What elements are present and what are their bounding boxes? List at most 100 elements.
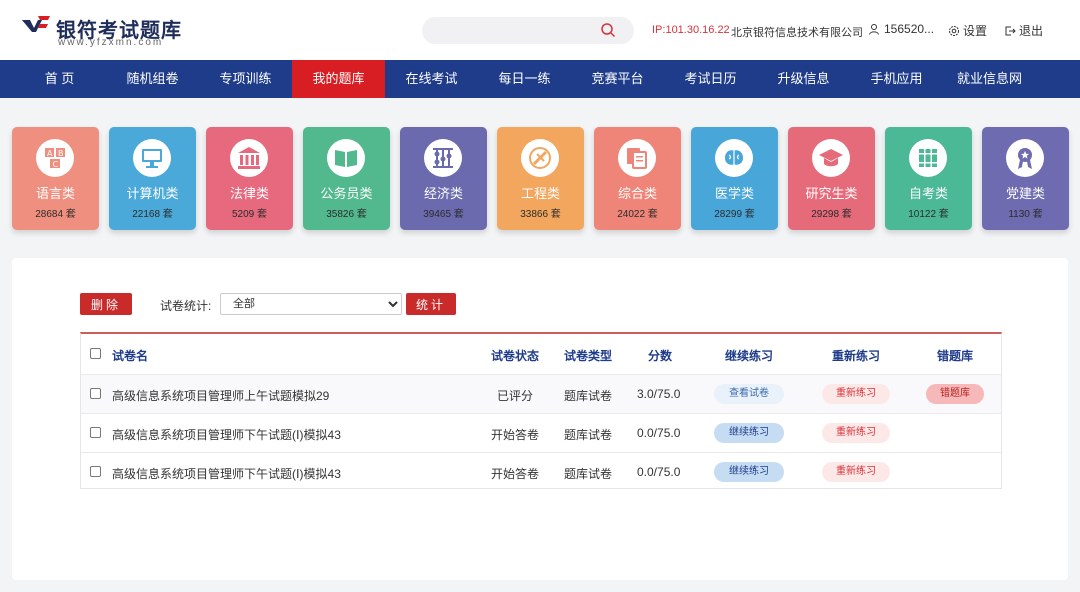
nav-item-special-training[interactable]: 专项训练	[199, 60, 292, 98]
nav-item-daily-practice[interactable]: 每日一练	[478, 60, 571, 98]
table-header: 试卷名 试卷状态 试卷类型 分数 继续练习 重新练习 错题库	[81, 334, 1001, 374]
category-name: 自考类	[908, 186, 948, 201]
category-count: 5209 套	[231, 209, 268, 220]
svg-text:B: B	[58, 149, 64, 158]
stat-button[interactable]: 统计	[406, 293, 456, 315]
continue-button[interactable]: 继续练习	[714, 423, 784, 443]
nav-item-mobile-app[interactable]: 手机应用	[850, 60, 943, 98]
delete-button[interactable]: 删除	[80, 293, 132, 315]
abacus-icon	[424, 139, 462, 177]
logout-link[interactable]: 退出	[1004, 22, 1043, 39]
category-name: 法律类	[229, 186, 269, 201]
continue-button[interactable]: 继续练习	[714, 462, 784, 482]
main-nav: 首 页 随机组卷 专项训练 我的题库 在线考试 每日一练 竞赛平台 考试日历 升…	[0, 60, 1080, 98]
gear-icon	[949, 25, 959, 36]
svg-text:C: C	[53, 160, 59, 169]
ruler-icon	[521, 139, 559, 177]
nav-item-upgrade-info[interactable]: 升级信息	[757, 60, 850, 98]
wrong-questions-button[interactable]: 错题库	[926, 384, 984, 404]
category-card-civil-servant[interactable]: 公务员类 35826 套	[303, 127, 390, 230]
table-row: 高级信息系统项目管理师下午试题(Ⅰ)模拟43 开始答卷 题库试卷 0.0/75.…	[81, 413, 1001, 452]
settings-label: 设置	[963, 24, 988, 38]
paper-stat-select[interactable]: 全部	[220, 293, 402, 315]
header-redo: 重新练习	[832, 349, 881, 363]
paper-status: 开始答卷	[491, 467, 540, 481]
brain-icon	[715, 139, 753, 177]
category-count: 39465 套	[423, 209, 464, 220]
redo-button[interactable]: 重新练习	[822, 384, 890, 404]
category-name: 工程类	[520, 186, 560, 201]
category-count: 35826 套	[326, 209, 367, 220]
category-card-law[interactable]: 法律类 5209 套	[206, 127, 293, 230]
graduation-cap-icon	[812, 139, 850, 177]
category-card-economy[interactable]: 经济类 39465 套	[400, 127, 487, 230]
nav-item-random-paper[interactable]: 随机组卷	[106, 60, 199, 98]
paper-type: 题库试卷	[564, 428, 613, 442]
nav-item-home[interactable]: 首 页	[13, 60, 106, 98]
header-paper-name: 试卷名	[112, 349, 149, 363]
category-card-comprehensive[interactable]: 综合类 24022 套	[594, 127, 681, 230]
monitor-icon	[133, 139, 171, 177]
documents-icon	[618, 139, 656, 177]
category-name: 公务员类	[320, 186, 373, 201]
paper-status: 开始答卷	[491, 428, 540, 442]
category-card-party-building[interactable]: 党建类 1130 套	[982, 127, 1069, 230]
category-card-computer[interactable]: 计算机类 22168 套	[109, 127, 196, 230]
nav-item-online-exam[interactable]: 在线考试	[385, 60, 478, 98]
search-icon[interactable]	[600, 22, 616, 38]
user-icon	[869, 24, 879, 35]
category-card-self-study[interactable]: 自考类 10122 套	[885, 127, 972, 230]
settings-link[interactable]: 设置	[948, 22, 987, 39]
nav-item-jobs[interactable]: 就业信息网	[943, 60, 1036, 98]
category-cards: ABC 语言类 28684 套 计算机类 22168 套 法律类 5209 套 …	[12, 127, 1072, 230]
logout-icon	[1005, 26, 1016, 35]
svg-text:A: A	[47, 149, 53, 158]
paper-score: 0.0/75.0	[637, 465, 681, 479]
table-row: 高级信息系统项目管理师上午试题模拟29 已评分 题库试卷 3.0/75.0 查看…	[81, 374, 1001, 413]
category-card-postgraduate[interactable]: 研究生类 29298 套	[788, 127, 875, 230]
category-card-medical[interactable]: 医学类 28299 套	[691, 127, 778, 230]
category-card-language[interactable]: ABC 语言类 28684 套	[12, 127, 99, 230]
category-count: 10122 套	[908, 209, 949, 220]
redo-button[interactable]: 重新练习	[822, 462, 890, 482]
paper-status: 已评分	[497, 389, 534, 403]
user-name: 156520...	[884, 22, 935, 36]
category-count: 33866 套	[520, 209, 561, 220]
paper-type: 题库试卷	[564, 389, 613, 403]
redo-button[interactable]: 重新练习	[822, 423, 890, 443]
paper-name[interactable]: 高级信息系统项目管理师上午试题模拟29	[112, 387, 329, 404]
row-checkbox[interactable]	[90, 466, 101, 477]
category-name: 经济类	[423, 186, 463, 201]
header-status: 试卷状态	[491, 349, 540, 363]
paper-score: 0.0/75.0	[637, 426, 681, 440]
select-all-checkbox[interactable]	[90, 348, 101, 359]
paper-name[interactable]: 高级信息系统项目管理师下午试题(Ⅰ)模拟43	[112, 465, 341, 482]
site-logo[interactable]: 银符考试题库 www.yfzxmn.com	[20, 12, 190, 52]
abc-blocks-icon: ABC	[36, 139, 74, 177]
category-count: 28299 套	[714, 209, 755, 220]
company-name: 北京银符信息技术有限公司	[731, 27, 863, 39]
logo-url: www.yfzxmn.com	[58, 37, 164, 48]
nav-item-my-bank[interactable]: 我的题库	[292, 60, 385, 98]
ip-address: IP:101.30.16.22	[652, 24, 730, 36]
table-row: 高级信息系统项目管理师下午试题(Ⅰ)模拟43 开始答卷 题库试卷 0.0/75.…	[81, 452, 1001, 491]
row-checkbox[interactable]	[90, 388, 101, 399]
header-type: 试卷类型	[564, 349, 613, 363]
logo-mark-icon	[22, 16, 50, 32]
category-card-engineering[interactable]: 工程类 33866 套	[497, 127, 584, 230]
paper-name[interactable]: 高级信息系统项目管理师下午试题(Ⅰ)模拟43	[112, 426, 341, 443]
paper-type: 题库试卷	[564, 467, 613, 481]
paper-score: 3.0/75.0	[637, 387, 681, 401]
user-account[interactable]: 156520...	[868, 22, 934, 36]
paper-stat-label: 试卷统计:	[160, 299, 212, 313]
nav-item-competition[interactable]: 竞赛平台	[571, 60, 664, 98]
logout-label: 退出	[1019, 24, 1044, 38]
book-icon	[327, 139, 365, 177]
category-count: 29298 套	[811, 209, 852, 220]
nav-item-exam-calendar[interactable]: 考试日历	[664, 60, 757, 98]
view-paper-button[interactable]: 查看试卷	[714, 384, 784, 404]
category-name: 语言类	[35, 186, 75, 201]
row-checkbox[interactable]	[90, 427, 101, 438]
category-name: 党建类	[1005, 186, 1045, 201]
medal-icon	[1006, 139, 1044, 177]
